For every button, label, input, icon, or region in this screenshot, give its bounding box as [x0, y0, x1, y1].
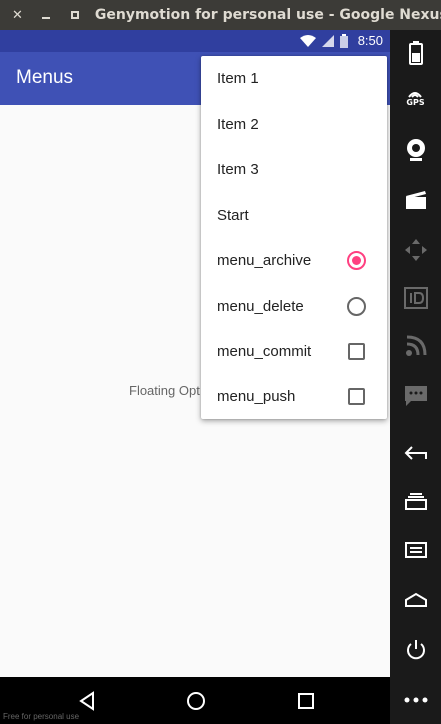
- sms-widget-button[interactable]: [390, 376, 441, 416]
- window-minimize-button[interactable]: [38, 6, 55, 24]
- menu-item-push[interactable]: menu_push: [201, 374, 387, 419]
- camera-widget-button[interactable]: [390, 130, 441, 170]
- genymotion-toolbar: GPS: [390, 30, 441, 724]
- side-back-button[interactable]: [390, 433, 441, 473]
- power-button[interactable]: [390, 630, 441, 670]
- push-checkbox[interactable]: [348, 388, 365, 405]
- commit-checkbox[interactable]: [348, 343, 365, 360]
- message-icon: [404, 386, 427, 406]
- status-bar: 8:50: [0, 30, 390, 52]
- recent-apps-icon: [404, 493, 427, 510]
- menu-item-item-1[interactable]: Item 1: [201, 56, 387, 101]
- window-title: Genymotion for personal use - Google Nex…: [94, 7, 441, 23]
- clapperboard-icon: [405, 191, 426, 209]
- watermark-text: Free for personal use: [3, 712, 80, 721]
- wifi-icon: [299, 34, 316, 47]
- menu-item-label: Item 3: [217, 161, 259, 178]
- rss-icon: [405, 335, 426, 356]
- recents-button[interactable]: [291, 686, 321, 716]
- battery-widget-button[interactable]: [390, 33, 441, 73]
- menu-item-delete[interactable]: menu_delete: [201, 284, 387, 329]
- more-dots-icon: [404, 697, 427, 703]
- home-button[interactable]: [181, 686, 211, 716]
- delete-radio-button[interactable]: [347, 297, 366, 316]
- side-home-button[interactable]: [390, 580, 441, 620]
- back-arrow-icon: [404, 446, 427, 460]
- maximize-icon: [71, 11, 80, 19]
- gps-label: GPS: [406, 97, 425, 107]
- capture-widget-button[interactable]: [390, 180, 441, 220]
- menu-item-item-2[interactable]: Item 2: [201, 102, 387, 147]
- power-icon: [406, 640, 425, 660]
- app-title: Menus: [16, 67, 74, 88]
- back-icon: [79, 691, 94, 711]
- device-screen: 8:50 Menus Floating Opt Item 1 Item 2 It…: [0, 30, 390, 677]
- close-icon: ✕: [12, 7, 23, 23]
- signal-icon: [321, 34, 334, 47]
- window-close-button[interactable]: ✕: [9, 6, 26, 24]
- network-widget-button[interactable]: [390, 326, 441, 366]
- id-icon: [403, 287, 428, 309]
- menu-item-start[interactable]: Start: [201, 193, 387, 238]
- android-nav-bar: Free for personal use: [0, 677, 390, 724]
- window-maximize-button[interactable]: [67, 6, 84, 24]
- home-outline-icon: [404, 592, 427, 607]
- battery-icon: [339, 33, 348, 48]
- battery-icon: [408, 41, 423, 65]
- menu-item-archive[interactable]: menu_archive: [201, 238, 387, 283]
- options-menu-popup: Item 1 Item 2 Item 3 Start menu_archive …: [201, 56, 387, 419]
- webcam-icon: [406, 139, 425, 161]
- gps-widget-button[interactable]: GPS: [390, 77, 441, 117]
- side-recents-button[interactable]: [390, 481, 441, 521]
- recents-icon: [298, 693, 314, 709]
- home-icon: [187, 692, 205, 710]
- menu-item-label: Item 1: [217, 70, 259, 87]
- menu-item-label: menu_push: [217, 388, 296, 405]
- remote-control-button[interactable]: [390, 230, 441, 270]
- menu-icon: [404, 542, 427, 558]
- menu-item-label: menu_archive: [217, 252, 312, 269]
- minimize-icon: [42, 17, 51, 19]
- menu-item-label: menu_commit: [217, 343, 312, 360]
- status-time: 8:50: [357, 33, 383, 48]
- dpad-icon: [404, 239, 427, 261]
- more-options-button[interactable]: [390, 680, 441, 720]
- menu-item-label: menu_delete: [217, 298, 304, 315]
- menu-item-item-3[interactable]: Item 3: [201, 147, 387, 192]
- side-menu-button[interactable]: [390, 530, 441, 570]
- gps-signal-icon: [408, 91, 423, 98]
- floating-options-text: Floating Opt: [129, 383, 200, 398]
- menu-item-commit[interactable]: menu_commit: [201, 329, 387, 374]
- device-id-button[interactable]: [390, 278, 441, 318]
- archive-radio-button[interactable]: [347, 251, 366, 270]
- window-titlebar: ✕ Genymotion for personal use - Google N…: [0, 0, 441, 30]
- menu-item-label: Start: [217, 207, 249, 224]
- menu-item-label: Item 2: [217, 116, 259, 133]
